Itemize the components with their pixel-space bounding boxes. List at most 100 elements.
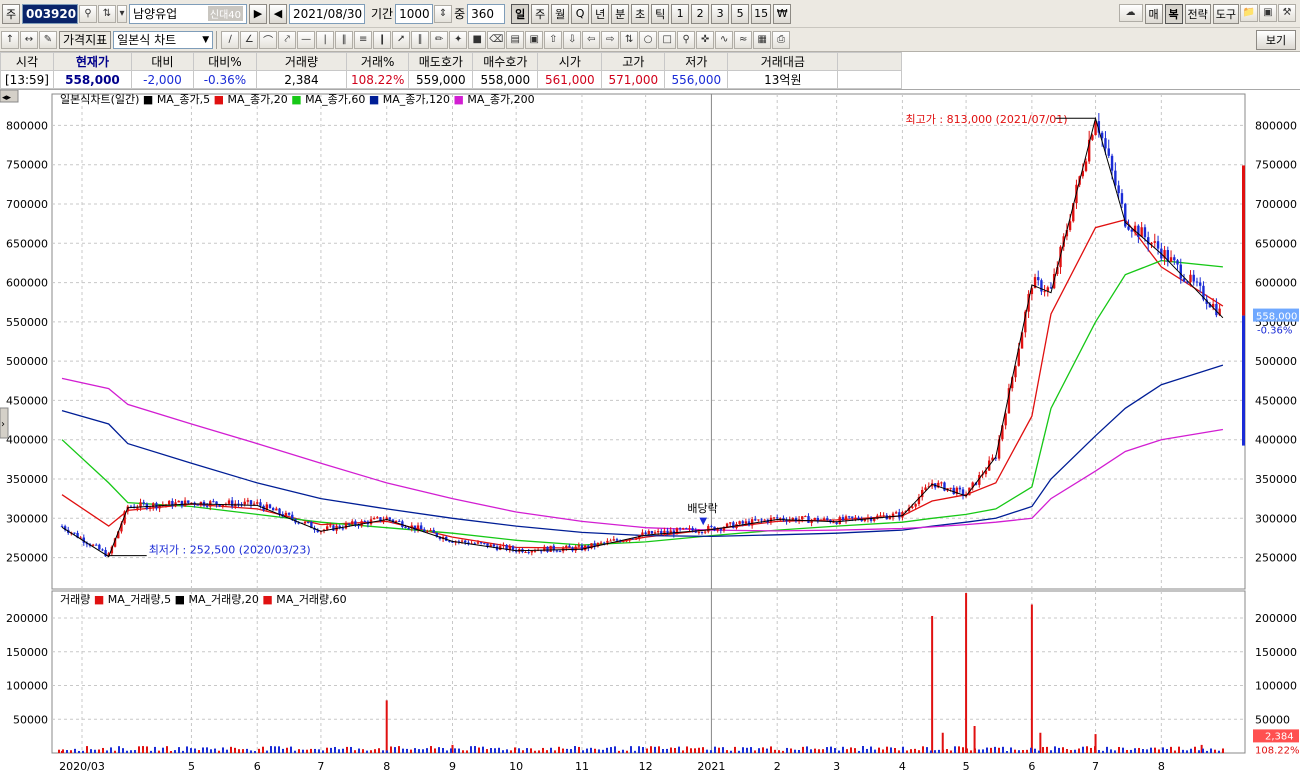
period-button[interactable]: 3: [711, 3, 730, 24]
chart-area[interactable]: ◂▸ › 250000 250000 300000 300000 350000 350000 4…: [0, 89, 1300, 777]
chart-type-select[interactable]: 일본식 차트 ▼: [113, 30, 214, 49]
period-button[interactable]: 초: [631, 3, 650, 24]
dropdown-icon[interactable]: ▾: [117, 4, 127, 23]
period-button[interactable]: 주: [531, 3, 550, 24]
volume-bar-small: [542, 747, 544, 753]
date-input[interactable]: 2021/08/30: [289, 3, 365, 24]
volume-bar-small: [1002, 746, 1004, 753]
view-button[interactable]: 보기: [1256, 29, 1296, 50]
print-icon[interactable]: ⎙: [772, 30, 791, 49]
candle-down: [1143, 227, 1147, 238]
period-button[interactable]: 5: [731, 3, 750, 24]
indicator-select[interactable]: 가격지표: [59, 30, 112, 49]
up-arrow-icon[interactable]: ↑: [1, 30, 19, 49]
wave-icon[interactable]: ≈: [734, 30, 753, 49]
cloud-icon[interactable]: ☁: [1118, 3, 1143, 22]
volume-bar-small: [1014, 749, 1016, 753]
pen-icon[interactable]: ✏: [430, 30, 449, 49]
channel-icon[interactable]: ⭧: [392, 30, 411, 49]
period-button[interactable]: 1: [671, 3, 690, 24]
volume-bar-small: [1018, 750, 1020, 753]
candle-up: [707, 526, 710, 532]
volume-bar-small: [70, 750, 72, 753]
count-label: 중: [454, 7, 466, 21]
square-icon[interactable]: □: [658, 30, 677, 49]
x-tick-label: 5: [188, 760, 195, 773]
volume-bar-small: [554, 750, 556, 753]
legend-swatch: ■: [210, 93, 227, 106]
period-button[interactable]: 분: [611, 3, 630, 24]
candle-up: [656, 531, 660, 533]
candle-down: [741, 521, 744, 524]
stock-code-input[interactable]: 003920: [22, 3, 78, 24]
wrench-icon[interactable]: ⚒: [1278, 3, 1296, 22]
prev-button[interactable]: ◀: [269, 3, 287, 24]
quote-header: 매도호가: [408, 52, 474, 71]
period-button[interactable]: 년: [591, 3, 610, 24]
price-legend-text: 일본식차트(일간) ■ MA_종가,5 ■ MA_종가,20 ■ MA_종가,6…: [60, 92, 535, 106]
period-input[interactable]: 1000: [395, 3, 434, 24]
compound-button[interactable]: 복: [1164, 3, 1183, 24]
search-icon[interactable]: ⚲: [79, 4, 97, 23]
volume-bar-small: [166, 746, 168, 753]
period-button[interactable]: ₩: [773, 3, 792, 24]
edit-icon[interactable]: ✎: [39, 30, 57, 49]
crosshair-icon[interactable]: ✜: [696, 30, 715, 49]
expand-icon[interactable]: ↔: [20, 30, 38, 49]
volume-bar-small: [930, 750, 932, 753]
period-button[interactable]: 2: [691, 3, 710, 24]
vertical-line-icon[interactable]: |: [316, 30, 335, 49]
volume-bar-small: [566, 748, 568, 753]
parallel-icon[interactable]: ∥: [411, 30, 430, 49]
angle-icon[interactable]: ∠: [240, 30, 259, 49]
period-button[interactable]: 틱: [651, 3, 670, 24]
sort-icon[interactable]: ⇅: [98, 4, 116, 23]
period-button[interactable]: 일: [511, 3, 530, 24]
image-icon[interactable]: ▦: [753, 30, 772, 49]
period-button[interactable]: 월: [551, 3, 570, 24]
grid-lines-icon[interactable]: ‖: [335, 30, 354, 49]
eraser-icon[interactable]: ⌫: [487, 30, 506, 49]
arrow-up-icon[interactable]: ⇧: [544, 30, 563, 49]
volume-bar-small: [674, 747, 676, 753]
fibonacci-icon[interactable]: ≡: [354, 30, 373, 49]
count-input[interactable]: 360: [467, 3, 506, 24]
arrow-left-icon[interactable]: ⇦: [582, 30, 601, 49]
price-tick-left: 400000: [6, 434, 48, 447]
pattern-icon[interactable]: ∿: [715, 30, 734, 49]
arrow-down-icon[interactable]: ⇩: [563, 30, 582, 49]
arc-icon[interactable]: ⌒: [259, 30, 278, 49]
cycle-icon[interactable]: ❙: [373, 30, 392, 49]
folder-icon[interactable]: 📁: [1240, 3, 1258, 22]
period-button[interactable]: 15: [751, 3, 772, 24]
arrow-right-icon[interactable]: ⇨: [601, 30, 620, 49]
zoom-fit-icon[interactable]: ▣: [525, 30, 544, 49]
magic-icon[interactable]: ✦: [449, 30, 468, 49]
fan-icon[interactable]: ⤤: [278, 30, 297, 49]
candle-up: [148, 507, 152, 509]
period-button[interactable]: Q: [571, 3, 590, 24]
zoom-icon[interactable]: ⚲: [677, 30, 696, 49]
trendline-icon[interactable]: ∕: [221, 30, 240, 49]
period-buttons: 일 주 월 Q 년 분 초 틱 1 2 3 5 15 ₩: [509, 3, 792, 24]
volume-bar-small: [990, 747, 992, 753]
horizontal-line-icon[interactable]: —: [297, 30, 316, 49]
tools-button[interactable]: 도구: [1212, 3, 1239, 24]
color-icon[interactable]: ■: [468, 30, 487, 49]
note-icon[interactable]: ▤: [506, 30, 525, 49]
volume-bar-small: [374, 749, 376, 753]
price-volume-chart[interactable]: ◂▸›250000 250000300000 300000350000 3500004…: [0, 89, 1300, 777]
circle-icon[interactable]: ○: [639, 30, 658, 49]
save-icon[interactable]: ▣: [1259, 3, 1277, 22]
market-selector[interactable]: 주: [2, 3, 20, 24]
spin-icon[interactable]: ⇕: [434, 4, 453, 23]
buy-sell-button[interactable]: 매: [1144, 3, 1163, 24]
volume-bar-small: [690, 748, 692, 753]
volume-bar-small: [482, 746, 484, 753]
next-button[interactable]: ▶: [249, 3, 267, 24]
candle-up: [329, 525, 332, 527]
strategy-button[interactable]: 전략: [1184, 3, 1211, 24]
candle-down: [492, 544, 496, 547]
candle-down: [807, 516, 810, 523]
text-icon[interactable]: ⇅: [620, 30, 639, 49]
